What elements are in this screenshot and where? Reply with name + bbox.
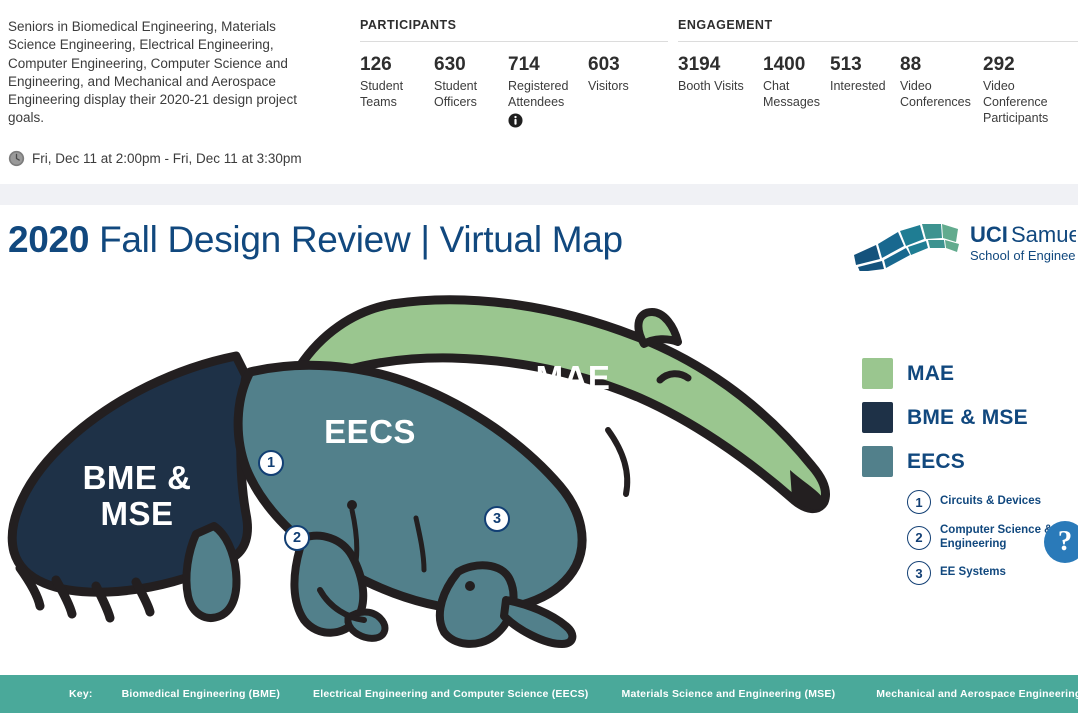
participants-title: PARTICIPANTS — [360, 18, 668, 41]
stat-value: 126 — [360, 54, 420, 76]
stat-chat-messages: 1400 Chat Messages — [763, 54, 830, 126]
event-description: Seniors in Biomedical Engineering, Mater… — [8, 18, 320, 128]
region-eecs[interactable] — [238, 365, 582, 610]
logo-uci-text: UCI — [970, 222, 1008, 247]
stat-value: 630 — [434, 54, 494, 76]
key-bar-label: Key: — [69, 688, 93, 700]
legend-swatch-mae — [862, 358, 893, 389]
stat-student-teams: 126 Student Teams — [360, 54, 434, 128]
stat-value: 3194 — [678, 54, 749, 76]
body-dot-2 — [465, 581, 475, 591]
key-bar: Key: Biomedical Engineering (BME) Electr… — [0, 675, 1078, 713]
legend-label-mae: MAE — [907, 362, 954, 386]
stat-value: 603 — [588, 54, 629, 76]
map-label-bme-mse: BME & MSE — [62, 460, 212, 531]
map-label-eecs: EECS — [300, 414, 440, 450]
stat-video-conferences: 88 Video Conferences — [900, 54, 983, 126]
stat-label: Student Teams — [360, 78, 420, 110]
legend-sub-label-1: Circuits & Devices — [940, 495, 1041, 509]
key-item-eecs: Electrical Engineering and Computer Scie… — [313, 688, 588, 700]
legend-sub-item-1[interactable]: 1 Circuits & Devices — [862, 490, 1078, 514]
stat-student-officers: 630 Student Officers — [434, 54, 508, 128]
legend-marker-3: 3 — [907, 561, 931, 585]
section-divider-band — [0, 184, 1078, 205]
legend-item-bme-mse[interactable]: BME & MSE — [862, 402, 1078, 433]
stat-value: 714 — [508, 54, 574, 76]
legend-sub-label-2: Computer Science & Engineering — [940, 524, 1058, 551]
stat-video-conference-participants: 292 Video Conference Participants — [983, 54, 1059, 126]
stat-label: Booth Visits — [678, 78, 749, 94]
map-label-mae: MAE — [498, 360, 648, 396]
clock-icon — [8, 150, 25, 167]
page-title: 2020 Fall Design Review | Virtual Map — [8, 219, 623, 261]
participants-stats-row: 126 Student Teams 630 Student Officers 7… — [360, 54, 668, 128]
key-item-mae: Mechanical and Aerospace Engineering (MA… — [876, 688, 1078, 700]
key-item-mse: Materials Science and Engineering (MSE) — [622, 688, 836, 700]
legend-item-mae[interactable]: MAE — [862, 358, 1078, 389]
event-summary-section: Seniors in Biomedical Engineering, Mater… — [0, 0, 1078, 184]
map-header: 2020 Fall Design Review | Virtual Map UC… — [0, 205, 1078, 280]
key-item-bme: Biomedical Engineering (BME) — [122, 688, 280, 700]
stat-value: 1400 — [763, 54, 816, 76]
legend-marker-1: 1 — [907, 490, 931, 514]
stat-label: Visitors — [588, 78, 629, 94]
stat-label: Chat Messages — [763, 78, 816, 110]
stat-registered-attendees: 714 Registered Attendees — [508, 54, 588, 128]
engagement-panel: ENGAGEMENT 3194 Booth Visits 1400 Chat M… — [678, 0, 1078, 126]
stat-label: Interested — [830, 78, 886, 94]
virtual-map-page: Seniors in Biomedical Engineering, Mater… — [0, 0, 1078, 713]
legend-label-bme-mse: BME & MSE — [907, 406, 1028, 430]
logo-samueli-text: Samueli — [1011, 222, 1076, 247]
map-marker-3[interactable]: 3 — [484, 506, 510, 532]
page-title-rest: Fall Design Review | Virtual Map — [89, 219, 623, 260]
stat-value: 513 — [830, 54, 886, 76]
stat-label: Video Conference Participants — [983, 78, 1059, 126]
anteater-foot-3 — [504, 600, 572, 644]
event-datetime: Fri, Dec 11 at 2:00pm - Fri, Dec 11 at 3… — [32, 151, 302, 166]
legend-sub-label-3: EE Systems — [940, 566, 1006, 580]
map-marker-1[interactable]: 1 — [258, 450, 284, 476]
legend-swatch-eecs — [862, 446, 893, 477]
page-title-year: 2020 — [8, 219, 89, 260]
shoulder-detail — [608, 430, 627, 494]
legend-marker-2: 2 — [907, 526, 931, 550]
stat-visitors: 603 Visitors — [588, 54, 643, 128]
stat-booth-visits: 3194 Booth Visits — [678, 54, 763, 126]
stat-interested: 513 Interested — [830, 54, 900, 126]
stat-label: Student Officers — [434, 78, 494, 110]
legend-item-eecs[interactable]: EECS — [862, 446, 1078, 477]
stat-value: 292 — [983, 54, 1059, 76]
virtual-map-graphic: BME & MSE EECS MAE 1 2 3 MAE BME & MSE E… — [0, 280, 1078, 675]
stat-label: Registered Attendees — [508, 78, 574, 110]
engagement-stats-row: 3194 Booth Visits 1400 Chat Messages 513… — [678, 54, 1078, 126]
info-icon[interactable] — [508, 113, 523, 128]
anteater-ear — [638, 312, 678, 344]
logo-fan-mark — [854, 224, 959, 271]
help-button[interactable]: ? — [1044, 521, 1078, 563]
event-datetime-row: Fri, Dec 11 at 2:00pm - Fri, Dec 11 at 3… — [8, 150, 320, 167]
stat-value: 88 — [900, 54, 969, 76]
participants-divider — [360, 41, 668, 42]
participants-panel: PARTICIPANTS 126 Student Teams 630 Stude… — [360, 0, 668, 128]
event-description-column: Seniors in Biomedical Engineering, Mater… — [0, 0, 360, 167]
map-marker-2[interactable]: 2 — [284, 525, 310, 551]
anteater-leg-1 — [186, 526, 236, 618]
engagement-divider — [678, 41, 1078, 42]
stat-label: Video Conferences — [900, 78, 969, 110]
logo-school-text: School of Engineering — [970, 248, 1076, 263]
engagement-title: ENGAGEMENT — [678, 18, 1078, 41]
legend-swatch-bme-mse — [862, 402, 893, 433]
legend-label-eecs: EECS — [907, 450, 965, 474]
uci-samueli-logo: UCI Samueli School of Engineering — [846, 215, 1076, 271]
map-legend: MAE BME & MSE EECS 1 Circuits & Devices … — [862, 358, 1078, 595]
legend-sub-item-3[interactable]: 3 EE Systems — [862, 561, 1078, 585]
body-dot-1 — [347, 500, 357, 510]
